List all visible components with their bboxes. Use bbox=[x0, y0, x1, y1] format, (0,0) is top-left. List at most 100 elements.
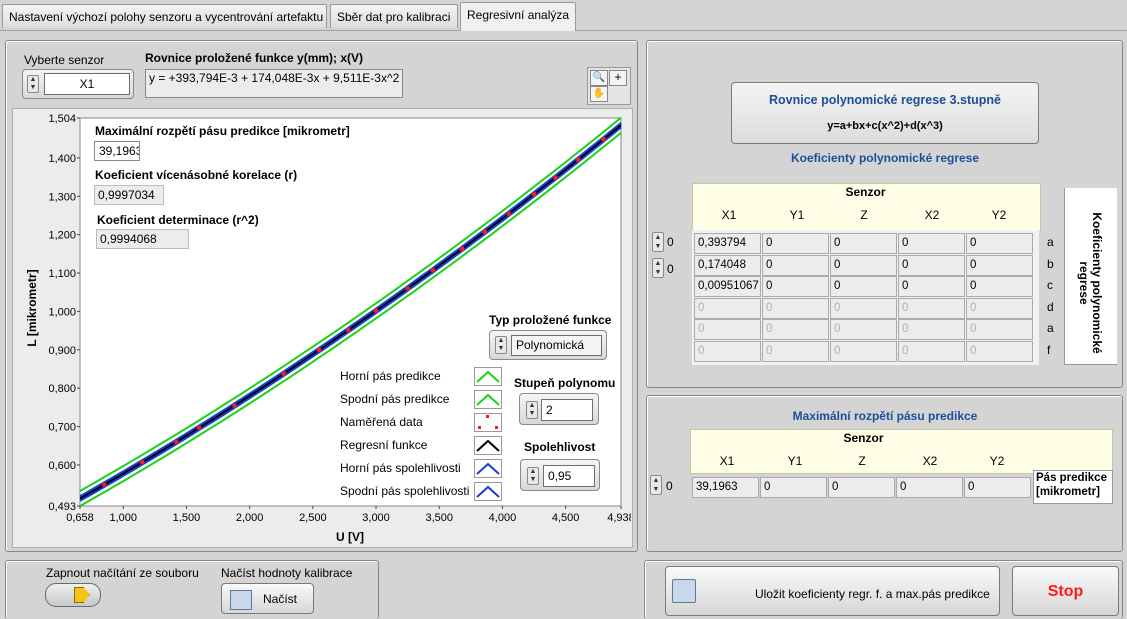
sensor-value[interactable]: X1 bbox=[44, 73, 130, 95]
stop-button-label: Stop bbox=[1047, 583, 1084, 600]
measured-point-16 bbox=[576, 157, 581, 162]
max-cell-c4[interactable]: 0 bbox=[964, 477, 1031, 498]
legend-label-measured: Naměřená data bbox=[340, 415, 423, 429]
coef-cell-r2-c2[interactable]: 0 bbox=[830, 276, 897, 297]
coef-cell-r1-c4[interactable]: 0 bbox=[966, 254, 1033, 276]
coef-cell-r5-c2[interactable]: 0 bbox=[830, 340, 897, 362]
legend-dot-1 bbox=[486, 415, 489, 418]
max-cell-c2[interactable]: 0 bbox=[828, 477, 895, 498]
y-tick-label: 0,600 bbox=[48, 460, 76, 472]
coef-cell-r4-c1[interactable]: 0 bbox=[762, 319, 829, 340]
coef-cell-r5-c0[interactable]: 0 bbox=[694, 340, 761, 362]
load-button[interactable]: Načíst bbox=[221, 583, 314, 614]
r-label: Koeficient vícenásobné korelace (r) bbox=[95, 168, 298, 182]
x-tick-label: 4,000 bbox=[489, 512, 517, 524]
measured-point-12 bbox=[482, 229, 487, 234]
crosshair-icon[interactable]: + bbox=[609, 70, 627, 86]
fit-type-spinner[interactable]: ▲ ▼ bbox=[495, 336, 507, 354]
coef-cell-r5-c1[interactable]: 0 bbox=[762, 340, 829, 362]
polynomial-formula: y=a+bx+c(x^2)+d(x^3) bbox=[827, 120, 943, 132]
max-senzor-header: Senzor bbox=[843, 431, 884, 445]
coef-cell-r0-c1[interactable]: 0 bbox=[762, 233, 829, 254]
pan-hand-icon[interactable]: ✋ bbox=[590, 86, 608, 102]
y-tick-label: 1,000 bbox=[48, 306, 76, 318]
sensor-select-label: Vyberte senzor bbox=[24, 53, 105, 67]
coef-cell-r2-c1[interactable]: 0 bbox=[762, 276, 829, 297]
load-toggle-label: Zapnout načítání ze souboru bbox=[46, 566, 199, 580]
max-index[interactable]: 0 bbox=[666, 479, 673, 493]
coef-cell-r5-c3[interactable]: 0 bbox=[898, 340, 965, 362]
coef-cell-r0-c3[interactable]: 0 bbox=[898, 233, 965, 254]
coef-col-z: Z bbox=[860, 208, 868, 222]
coef-col-index-spinner[interactable]: ▲ ▼ bbox=[652, 258, 664, 278]
max-index-spinner[interactable]: ▲ ▼ bbox=[650, 475, 662, 495]
coef-side-label: Koeficienty polynomické regrese bbox=[1077, 212, 1104, 354]
coef-table-title: Koeficienty polynomické regrese bbox=[790, 151, 980, 165]
max-band-title: Maximální rozpětí pásu predikce bbox=[792, 409, 978, 423]
x-tick-label: 3,500 bbox=[425, 512, 453, 524]
zoom-icon[interactable]: 🔍 bbox=[590, 70, 608, 86]
load-button-label: Načíst bbox=[263, 592, 298, 606]
stop-button[interactable]: Stop bbox=[1012, 566, 1119, 616]
confidence-spinner[interactable]: ▲ ▼ bbox=[527, 467, 539, 485]
coef-cell-r2-c4[interactable]: 0 bbox=[966, 276, 1033, 297]
max-col-y2: Y2 bbox=[989, 454, 1005, 468]
coef-cell-r4-c3[interactable]: 0 bbox=[898, 319, 965, 340]
coef-cell-r5-c4[interactable]: 0 bbox=[966, 340, 1033, 362]
max-cell-c1[interactable]: 0 bbox=[760, 477, 827, 498]
measured-point-15 bbox=[553, 175, 558, 180]
load-toggle-switch[interactable] bbox=[45, 583, 101, 607]
coef-cell-r1-c0[interactable]: 0,174048 bbox=[694, 254, 761, 276]
save-coefficients-button[interactable]: Uložit koeficienty regr. f. a max.pás pr… bbox=[665, 566, 1000, 616]
y-tick-label: 1,100 bbox=[48, 268, 76, 280]
measured-point-14 bbox=[532, 192, 537, 197]
coef-cell-r0-c4[interactable]: 0 bbox=[966, 233, 1033, 254]
coef-cell-r4-c2[interactable]: 0 bbox=[830, 319, 897, 340]
coef-cell-r3-c3[interactable]: 0 bbox=[898, 297, 965, 319]
coef-cell-r3-c2[interactable]: 0 bbox=[830, 297, 897, 319]
degree-value[interactable]: 2 bbox=[541, 399, 593, 421]
coef-cell-r3-c4[interactable]: 0 bbox=[966, 297, 1033, 319]
sensor-spinner[interactable]: ▲ ▼ bbox=[27, 75, 39, 93]
coef-cell-r0-c0[interactable]: 0,393794 bbox=[694, 233, 761, 254]
measured-point-9 bbox=[405, 286, 410, 291]
coef-cell-r2-c0[interactable]: 0,00951067 bbox=[694, 276, 761, 297]
measured-point-4 bbox=[232, 403, 237, 408]
r2-label: Koeficient determinace (r^2) bbox=[97, 213, 259, 227]
save-button-label: Uložit koeficienty regr. f. a max.pás pr… bbox=[755, 587, 990, 601]
tab-sensor-setup[interactable]: Nastavení výchozí polohy senzoru a vycen… bbox=[2, 4, 327, 28]
coef-cell-r1-c2[interactable]: 0 bbox=[830, 254, 897, 276]
fit-type-value[interactable]: Polynomická bbox=[511, 335, 602, 356]
max-col-x2: X2 bbox=[922, 454, 938, 468]
degree-spinner[interactable]: ▲ ▼ bbox=[526, 401, 538, 419]
max-cell-c3[interactable]: 0 bbox=[896, 477, 963, 498]
toggle-led-icon bbox=[74, 587, 90, 603]
legend-swatch-lower-confidence bbox=[474, 482, 502, 501]
tab-data-collection[interactable]: Sběr dat pro kalibraci bbox=[330, 4, 458, 28]
coef-cell-r1-c1[interactable]: 0 bbox=[762, 254, 829, 276]
coef-cell-r0-c2[interactable]: 0 bbox=[830, 233, 897, 254]
coef-cell-r3-c0[interactable]: 0 bbox=[694, 297, 761, 319]
coef-cell-r3-c1[interactable]: 0 bbox=[762, 297, 829, 319]
coef-cell-r4-c4[interactable]: 0 bbox=[966, 319, 1033, 340]
legend-label-lower-prediction: Spodní pás predikce bbox=[340, 392, 450, 406]
coef-col-index[interactable]: 0 bbox=[667, 262, 674, 276]
max-cell-c0[interactable]: 39,1963 bbox=[692, 477, 759, 498]
x-axis-label: U [V] bbox=[336, 530, 364, 544]
coef-cell-r1-c3[interactable]: 0 bbox=[898, 254, 965, 276]
coef-row-index-spinner[interactable]: ▲ ▼ bbox=[652, 232, 664, 252]
measured-point-11 bbox=[459, 246, 464, 251]
coef-cell-r4-c0[interactable]: 0 bbox=[694, 319, 761, 340]
x-tick-label: 1,500 bbox=[173, 512, 201, 524]
tab-regression-analysis[interactable]: Regresivní analýza bbox=[460, 2, 576, 31]
confidence-value[interactable]: 0,95 bbox=[543, 465, 595, 487]
max-col-z: Z bbox=[858, 454, 866, 468]
coef-row-index[interactable]: 0 bbox=[667, 235, 674, 249]
row-label-e: a bbox=[1047, 321, 1054, 335]
row-label-a: a bbox=[1047, 235, 1054, 249]
coef-cell-r2-c3[interactable]: 0 bbox=[898, 276, 965, 297]
legend-label-upper-confidence: Horní pás spolehlivosti bbox=[340, 461, 461, 475]
legend-swatch-lower-prediction bbox=[474, 390, 502, 409]
y-tick-label: 0,900 bbox=[48, 345, 76, 357]
row-label-b: b bbox=[1047, 257, 1054, 271]
